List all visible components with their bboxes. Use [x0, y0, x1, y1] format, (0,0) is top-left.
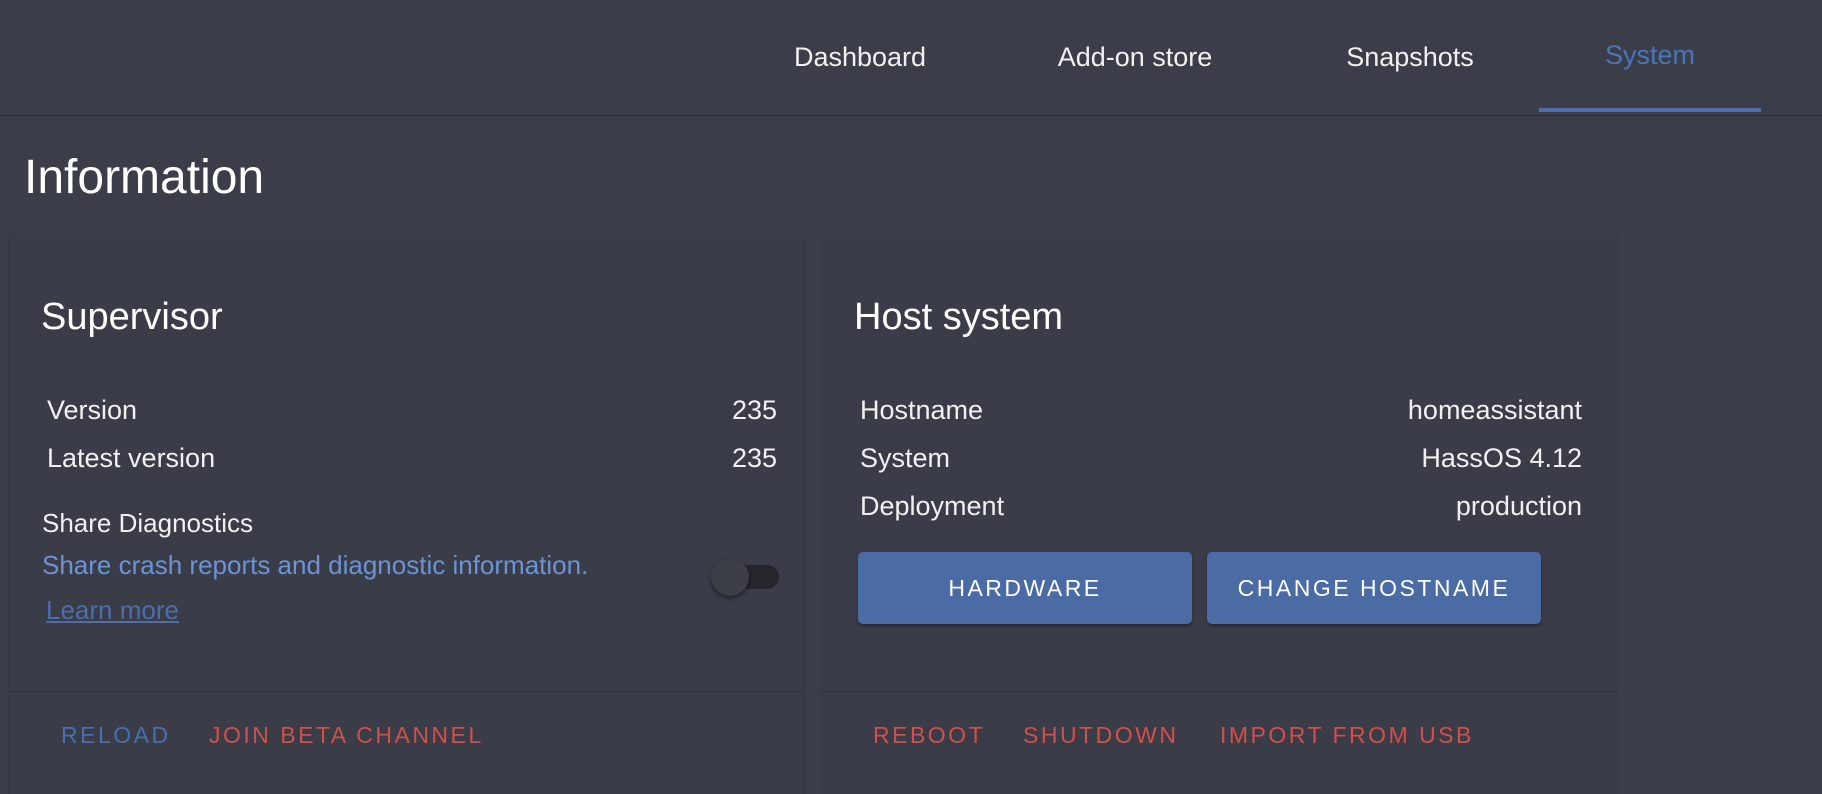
reboot-button[interactable]: REBOOT — [873, 722, 985, 749]
top-navigation: Dashboard Add-on store Snapshots System — [0, 0, 1822, 116]
row-label: Deployment — [860, 490, 1005, 521]
row-value: HassOS 4.12 — [1421, 442, 1582, 473]
tab-dashboard[interactable]: Dashboard — [780, 0, 940, 114]
hardware-button[interactable]: HARDWARE — [858, 552, 1192, 624]
row-label: Version — [47, 394, 138, 425]
info-row-version: Version 235 — [47, 390, 777, 430]
info-row-system: System HassOS 4.12 — [860, 438, 1582, 478]
row-value: production — [1455, 490, 1582, 521]
share-diagnostics-description: Share crash reports and diagnostic infor… — [42, 550, 589, 580]
info-row-deployment: Deployment production — [860, 486, 1582, 526]
import-from-usb-button[interactable]: IMPORT FROM USB — [1220, 722, 1474, 749]
tab-system[interactable]: System — [1539, 0, 1761, 112]
row-label: System — [860, 442, 951, 473]
share-diagnostics-title: Share Diagnostics — [42, 508, 253, 538]
host-system-card: Host system Hostname homeassistant Syste… — [821, 234, 1618, 794]
shutdown-button[interactable]: SHUTDOWN — [1023, 722, 1178, 749]
learn-more-link[interactable]: Learn more — [46, 595, 179, 626]
supervisor-card-title: Supervisor — [41, 296, 223, 338]
tab-addon-store[interactable]: Add-on store — [1045, 0, 1225, 114]
reload-button[interactable]: RELOAD — [61, 722, 171, 749]
toggle-thumb — [711, 558, 749, 596]
card-divider — [9, 691, 804, 692]
tab-snapshots[interactable]: Snapshots — [1335, 0, 1485, 114]
row-label: Latest version — [47, 442, 216, 473]
share-diagnostics-toggle[interactable] — [711, 556, 781, 596]
supervisor-card: Supervisor Version 235 Latest version 23… — [8, 234, 805, 794]
info-row-hostname: Hostname homeassistant — [860, 390, 1582, 430]
info-row-latest-version: Latest version 235 — [47, 438, 777, 478]
page-title: Information — [24, 151, 265, 204]
card-divider — [822, 691, 1617, 692]
row-value: 235 — [731, 442, 777, 473]
row-value: 235 — [731, 394, 777, 425]
row-label: Hostname — [860, 394, 984, 425]
host-system-card-title: Host system — [854, 296, 1064, 338]
join-beta-channel-button[interactable]: JOIN BETA CHANNEL — [209, 722, 484, 749]
change-hostname-button[interactable]: CHANGE HOSTNAME — [1207, 552, 1541, 624]
row-value: homeassistant — [1407, 394, 1582, 425]
